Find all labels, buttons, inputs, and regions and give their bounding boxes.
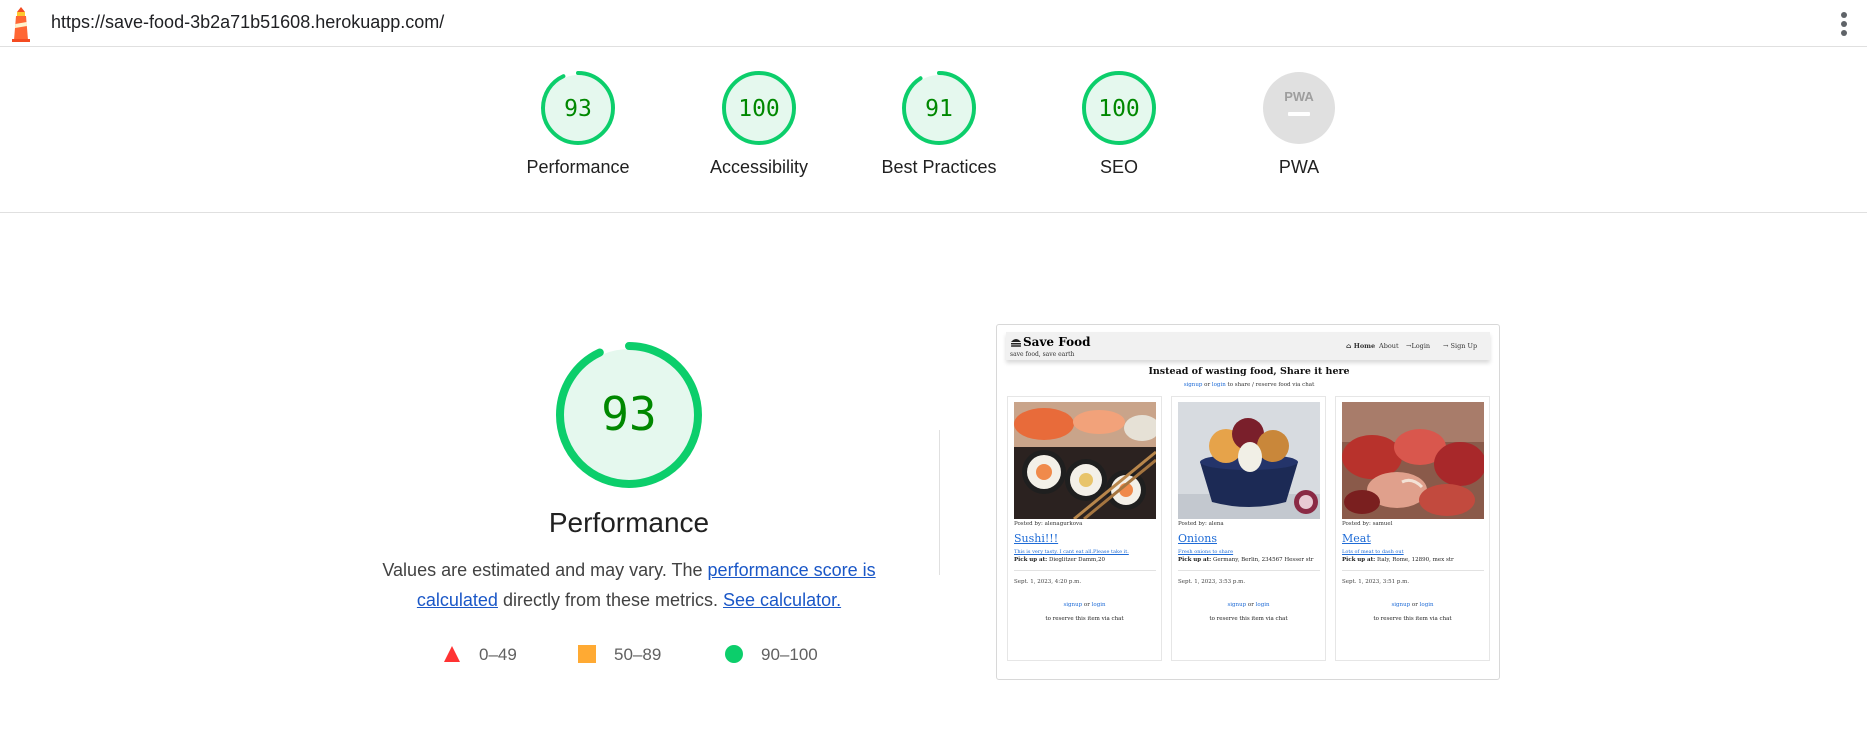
card-signup-login: signup or login [1227, 602, 1270, 608]
performance-main-score: 93 [601, 387, 656, 441]
lighthouse-logo-icon [12, 7, 30, 42]
pwa-badge-text: PWA [1284, 89, 1314, 104]
card-date: Sept. 1, 2023, 3:53 p.m. [1178, 579, 1246, 585]
screenshot-brand-name: Save Food [1023, 335, 1091, 349]
card-description: Lots of meat to dash out [1342, 549, 1404, 555]
description-text-2: directly from these metrics. [497, 590, 724, 610]
gauge-accessibility-score: 100 [738, 96, 780, 122]
card-posted-by: Posted by: alenagurkova [1014, 521, 1083, 527]
screenshot-heading: Instead of wasting food, Share it here [1148, 366, 1350, 377]
screenshot-tagline: save food, save earth [1010, 351, 1075, 358]
see-calculator-link[interactable]: See calculator. [723, 590, 841, 610]
performance-description: Values are estimated and may vary. The p… [360, 555, 898, 615]
screenshot-menu-home: ⌂ Home [1346, 342, 1376, 350]
card-signup-login: signup or login [1063, 602, 1106, 608]
screenshot-menu-login: →Login [1406, 342, 1431, 350]
legend-pass: 90–100 [725, 645, 818, 665]
gauge-seo-score: 100 [1098, 96, 1140, 122]
home-icon: ⌂ [1346, 342, 1352, 350]
gauge-performance-score: 93 [564, 96, 592, 122]
gauge-pwa-label: PWA [1278, 157, 1320, 177]
gauge-pwa[interactable]: PWA PWA [1229, 70, 1369, 178]
gauge-best-practices-ring: 91 [902, 71, 976, 145]
gauge-accessibility-ring: 100 [722, 71, 796, 145]
food-card: Posted by: alena Onions Fresh onions to … [1171, 396, 1326, 661]
final-screenshot[interactable]: Save Food save food, save earth ⌂ Home A… [996, 324, 1500, 680]
card-signup-login: signup or login [1391, 602, 1434, 608]
url-bar: https://save-food-3b2a71b51608.herokuapp… [0, 0, 1867, 47]
card-divider [1178, 570, 1320, 571]
card-divider [1342, 570, 1484, 571]
report-url[interactable]: https://save-food-3b2a71b51608.herokuapp… [51, 12, 444, 33]
performance-title: Performance [548, 507, 710, 538]
card-posted-by: Posted by: alena [1178, 521, 1224, 527]
gauge-best-practices[interactable]: 91 Best Practices [869, 70, 1009, 178]
performance-main-gauge: 93 [556, 342, 702, 488]
gauge-performance-label: Performance [526, 157, 630, 177]
pwa-badge-icon: PWA [1263, 72, 1335, 144]
screenshot-brand: Save Food [1010, 335, 1091, 349]
gauge-performance-ring: 93 [541, 71, 615, 145]
card-date: Sept. 1, 2023, 4:20 p.m. [1014, 579, 1082, 585]
food-card: Posted by: alenagurkova Sushi!!! This is… [1007, 396, 1162, 661]
circle-pass-icon [725, 645, 743, 663]
screenshot-subheading: signup or login to share / reserve food … [1183, 382, 1315, 388]
card-reserve-text: to reserve this item via chat [1045, 616, 1124, 622]
gauge-seo[interactable]: 100 SEO [1049, 70, 1189, 178]
card-title: Meat [1342, 532, 1371, 545]
card-reserve-text: to reserve this item via chat [1373, 616, 1452, 622]
legend-fail-range: 0–49 [479, 645, 517, 664]
section-divider [939, 430, 940, 575]
signup-icon: → [1443, 342, 1449, 350]
card-pickup: Pick up at: Italy, Rome, 12890, mex str [1342, 557, 1454, 563]
square-average-icon [578, 645, 596, 663]
screenshot-navbar: Save Food save food, save earth ⌂ Home A… [1006, 332, 1490, 360]
gauge-best-practices-label: Best Practices [881, 157, 997, 177]
gauge-accessibility[interactable]: 100 Accessibility [689, 70, 829, 178]
card-description: Fresh onions to share [1178, 549, 1234, 555]
card-divider [1014, 570, 1156, 571]
triangle-fail-icon [444, 646, 460, 662]
card-title: Sushi!!! [1014, 532, 1059, 545]
gauge-performance[interactable]: 93 Performance [508, 70, 648, 178]
card-date: Sept. 1, 2023, 3:51 p.m. [1342, 579, 1410, 585]
card-pickup: Pick up at: Dieglitzer Damm,20 [1014, 557, 1106, 563]
score-gauges: 93 Performance 100 Accessibility 91 Best… [0, 48, 1867, 213]
gauge-seo-label: SEO [1099, 157, 1138, 177]
meat-photo [1342, 402, 1484, 519]
gauge-accessibility-label: Accessibility [709, 157, 809, 177]
card-posted-by: Posted by: samuel [1342, 521, 1393, 527]
legend-fail: 0–49 [443, 645, 517, 665]
onions-photo [1178, 402, 1320, 519]
legend-average-range: 50–89 [614, 645, 662, 664]
description-text: Values are estimated and may vary. The [382, 560, 708, 580]
card-description: This is very tasty. I cant eat all.Pleas… [1014, 549, 1129, 555]
legend-pass-range: 90–100 [761, 645, 818, 664]
screenshot-menu-signup: → Sign Up [1443, 342, 1478, 350]
gauge-best-practices-score: 91 [925, 96, 953, 122]
gauge-seo-ring: 100 [1082, 71, 1156, 145]
card-pickup: Pick up at: Germany, Berlin, 234567 Hess… [1178, 557, 1314, 563]
card-reserve-text: to reserve this item via chat [1209, 616, 1288, 622]
sushi-photo [1014, 402, 1156, 519]
more-options-icon[interactable] [1838, 12, 1850, 38]
card-title: Onions [1178, 532, 1217, 545]
screenshot-menu-about: About [1379, 342, 1399, 350]
food-card: Posted by: samuel Meat Lots of meat to d… [1335, 396, 1490, 661]
burger-logo-icon [1011, 339, 1021, 347]
legend-average: 50–89 [578, 645, 661, 665]
